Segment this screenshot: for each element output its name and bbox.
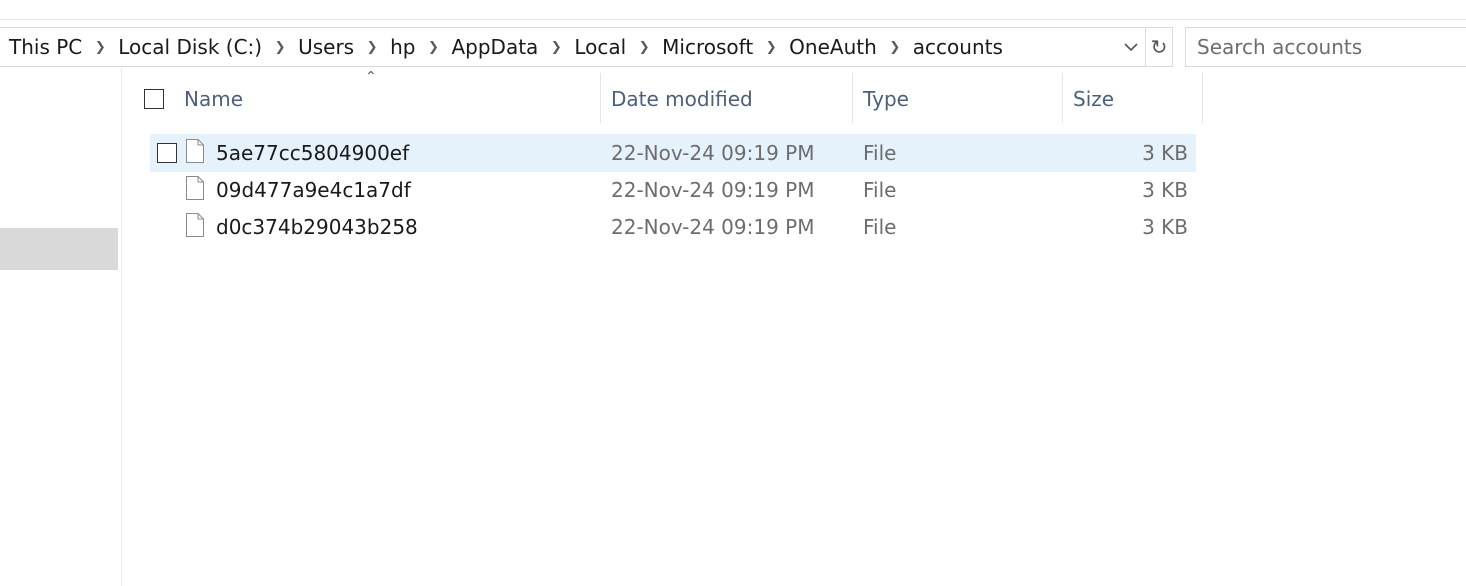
chevron-right-icon[interactable]: ❯ (82, 40, 118, 55)
column-header-date-modified[interactable]: Date modified (611, 73, 851, 125)
column-header-date-label: Date modified (611, 87, 753, 111)
file-row[interactable]: 5ae77cc5804900ef 22-Nov-24 09:19 PM File… (150, 134, 1196, 172)
column-divider[interactable] (852, 73, 853, 123)
address-history-dropdown[interactable] (1117, 28, 1145, 66)
row-checkbox[interactable] (157, 143, 177, 163)
breadcrumb-appdata[interactable]: AppData (451, 35, 538, 59)
chevron-right-icon[interactable]: ❯ (753, 40, 789, 55)
breadcrumb-microsoft[interactable]: Microsoft (662, 35, 753, 59)
column-header-type[interactable]: Type (863, 73, 1061, 125)
chevron-down-icon (1124, 43, 1138, 52)
file-date-modified: 22-Nov-24 09:19 PM (611, 178, 815, 202)
file-row[interactable]: 09d477a9e4c1a7df 22-Nov-24 09:19 PM File… (150, 171, 1196, 209)
column-divider[interactable] (1202, 73, 1203, 123)
breadcrumb-this-pc[interactable]: This PC (9, 35, 82, 59)
chevron-right-icon[interactable]: ❯ (626, 40, 662, 55)
file-name[interactable]: d0c374b29043b258 (216, 208, 418, 246)
file-size: 3 KB (1142, 178, 1188, 202)
column-divider[interactable] (600, 73, 601, 123)
file-name[interactable]: 09d477a9e4c1a7df (216, 171, 411, 209)
nav-selected-item[interactable] (0, 228, 118, 270)
breadcrumb-local-disk[interactable]: Local Disk (C:) (118, 35, 262, 59)
file-date-modified: 22-Nov-24 09:19 PM (611, 215, 815, 239)
chevron-right-icon[interactable]: ❯ (262, 40, 298, 55)
select-all-checkbox[interactable] (144, 89, 164, 109)
file-type: File (863, 141, 897, 165)
column-divider[interactable] (1062, 73, 1063, 123)
chevron-right-icon[interactable]: ❯ (538, 40, 574, 55)
file-icon (186, 213, 204, 237)
chevron-right-icon[interactable]: ❯ (415, 40, 451, 55)
refresh-button[interactable]: ↻ (1145, 27, 1173, 67)
file-icon (186, 139, 204, 163)
search-box[interactable] (1185, 27, 1466, 67)
breadcrumb-oneauth[interactable]: OneAuth (789, 35, 877, 59)
window-top-strip (0, 0, 1466, 20)
breadcrumb-accounts[interactable]: accounts (913, 35, 1003, 59)
file-type: File (863, 215, 897, 239)
search-input[interactable] (1197, 35, 1466, 59)
column-header-name[interactable]: Name (184, 73, 599, 125)
file-row[interactable]: d0c374b29043b258 22-Nov-24 09:19 PM File… (150, 208, 1196, 246)
chevron-right-icon[interactable]: ❯ (354, 40, 390, 55)
address-bar[interactable]: This PC ❯ Local Disk (C:) ❯ Users ❯ hp ❯… (0, 27, 1146, 67)
column-header-type-label: Type (863, 87, 909, 111)
column-header-name-label: Name (184, 87, 244, 111)
breadcrumb-hp[interactable]: hp (390, 35, 415, 59)
refresh-icon: ↻ (1150, 35, 1168, 59)
file-size: 3 KB (1142, 215, 1188, 239)
column-header-size[interactable]: Size (1073, 73, 1201, 125)
navigation-pane[interactable] (0, 67, 122, 586)
file-date-modified: 22-Nov-24 09:19 PM (611, 141, 815, 165)
column-header-size-label: Size (1073, 87, 1115, 111)
file-name[interactable]: 5ae77cc5804900ef (216, 134, 409, 172)
breadcrumb-local[interactable]: Local (574, 35, 626, 59)
file-icon (186, 176, 204, 200)
chevron-right-icon[interactable]: ❯ (877, 40, 913, 55)
file-type: File (863, 178, 897, 202)
breadcrumb-users[interactable]: Users (298, 35, 354, 59)
file-size: 3 KB (1142, 141, 1188, 165)
breadcrumb: This PC ❯ Local Disk (C:) ❯ Users ❯ hp ❯… (0, 28, 1117, 66)
